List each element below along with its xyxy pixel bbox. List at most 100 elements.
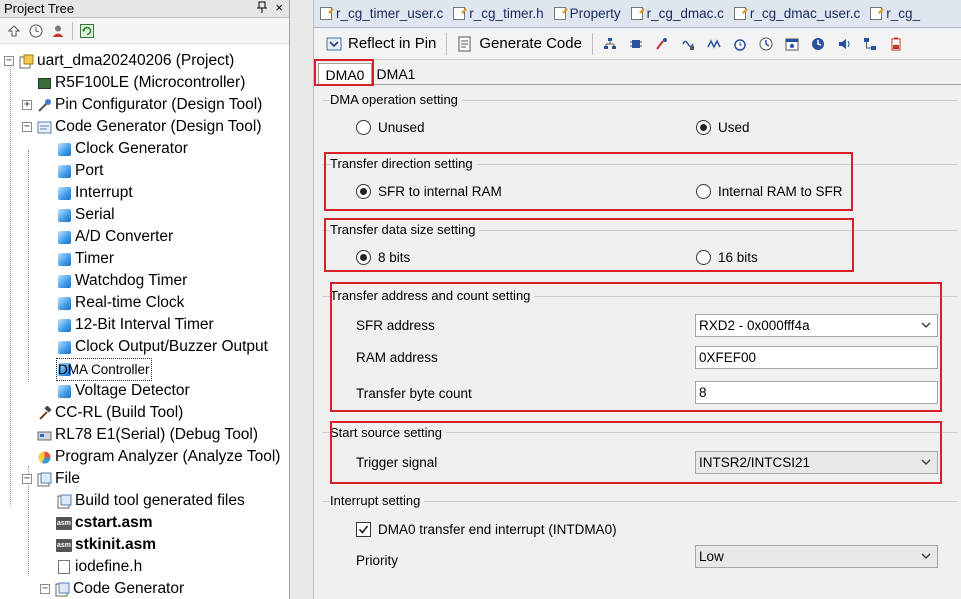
group-title-start-source: Start source setting <box>330 425 446 440</box>
up-arrow-icon[interactable] <box>6 23 22 39</box>
tree-node-watchdog-timer[interactable]: Watchdog Timer <box>56 270 187 292</box>
tree-node-serial[interactable]: Serial <box>56 204 115 226</box>
close-icon[interactable]: × <box>275 0 283 15</box>
generate-code-button[interactable]: Generate Code <box>451 31 588 57</box>
project-tree-titlebar: Project Tree × <box>0 0 289 18</box>
tree-node-debug-tool[interactable]: RL78 E1(Serial) (Debug Tool) <box>36 424 258 446</box>
radio-used[interactable]: Used <box>696 120 750 135</box>
trigger-signal-label: Trigger signal <box>356 455 438 470</box>
tree-node-real-time-clock[interactable]: Real-time Clock <box>56 292 184 314</box>
buzzer-icon[interactable] <box>836 36 852 52</box>
tree-node-program-analyzer[interactable]: Program Analyzer (Analyze Tool) <box>36 446 280 468</box>
tree-node-pin-configurator[interactable]: + Pin Configurator (Design Tool) <box>22 94 262 116</box>
ram-address-input[interactable]: 0XFEF00 <box>695 346 938 369</box>
project-tree-title: Project Tree <box>4 1 75 16</box>
tree-node-clock-output[interactable]: Clock Output/Buzzer Output <box>56 336 268 358</box>
tree-node-dma-controller[interactable]: DMA Controller <box>56 357 152 381</box>
file-edit-icon <box>553 7 566 20</box>
rtc-icon[interactable] <box>784 36 800 52</box>
file-tab[interactable]: r_cg_ <box>864 3 924 25</box>
trigger-signal-select[interactable]: INTSR2/INTCSI21 <box>695 451 938 474</box>
clock-tree-icon[interactable] <box>602 36 618 52</box>
sfr-address-select[interactable]: RXD2 - 0x000fff4a <box>695 314 938 337</box>
ad-converter-icon[interactable] <box>706 36 722 52</box>
analyzer-icon <box>36 449 52 465</box>
tree-node-file[interactable]: − File <box>22 468 80 490</box>
radio-unused[interactable]: Unused <box>356 120 425 135</box>
tree-node-build-tool[interactable]: CC-RL (Build Tool) <box>36 402 183 424</box>
debug-tool-icon <box>36 427 52 443</box>
collapse-toggle[interactable]: − <box>40 584 50 594</box>
tree-node-code-generator[interactable]: − Code Generator (Design Tool) <box>22 116 262 138</box>
interrupt-icon[interactable] <box>654 36 670 52</box>
serial-icon[interactable] <box>680 36 696 52</box>
collapse-toggle[interactable]: − <box>22 122 32 132</box>
radio-8-bits[interactable]: 8 bits <box>356 250 410 265</box>
module-icon <box>56 229 72 245</box>
chevron-down-icon <box>921 550 931 562</box>
tree-node-interval-timer[interactable]: 12-Bit Interval Timer <box>56 314 214 336</box>
file-edit-icon <box>453 7 466 20</box>
radio-circle-selected <box>696 120 711 135</box>
file-tab[interactable]: r_cg_timer.h <box>447 3 547 25</box>
collapse-toggle[interactable]: − <box>22 474 32 484</box>
tree-node-voltage-detector[interactable]: Voltage Detector <box>56 380 190 402</box>
radio-circle-selected <box>356 184 371 199</box>
file-edit-icon <box>870 7 883 20</box>
module-icon <box>56 383 72 399</box>
file-tab[interactable]: r_cg_timer_user.c <box>314 3 447 25</box>
radio-circle-selected <box>356 250 371 265</box>
module-icon <box>56 295 72 311</box>
tab-dma1[interactable]: DMA1 <box>372 63 420 85</box>
reflect-in-pin-button[interactable]: Reflect in Pin <box>320 31 442 57</box>
watchdog-icon[interactable] <box>758 36 774 52</box>
build-tool-icon <box>36 405 52 421</box>
file-tab[interactable]: Property <box>548 3 625 25</box>
priority-label: Priority <box>356 553 399 568</box>
radio-circle <box>696 184 711 199</box>
priority-select[interactable]: Low <box>695 545 938 568</box>
radio-circle <box>356 120 371 135</box>
radio-ram-to-sfr[interactable]: Internal RAM to SFR <box>696 184 843 199</box>
tree-node-clock-generator[interactable]: Clock Generator <box>56 138 188 160</box>
pin-icon[interactable] <box>257 1 267 16</box>
code-generator-icon <box>36 119 52 135</box>
port-icon[interactable] <box>628 36 644 52</box>
tree-node-port[interactable]: Port <box>56 160 103 182</box>
tree-node-build-generated-files[interactable]: Build tool generated files <box>56 490 245 512</box>
interval-timer-icon[interactable] <box>810 36 826 52</box>
user-icon[interactable] <box>50 23 66 39</box>
command-toolbar: Reflect in Pin Generate Code <box>314 28 961 60</box>
refresh-icon[interactable] <box>79 23 95 39</box>
intdma0-checkbox[interactable]: DMA0 transfer end interrupt (INTDMA0) <box>356 522 617 537</box>
radio-sfr-to-ram[interactable]: SFR to internal RAM <box>356 184 502 199</box>
tree-node-timer[interactable]: Timer <box>56 248 114 270</box>
module-icon <box>56 185 72 201</box>
radio-circle <box>696 250 711 265</box>
tree-node-code-generator-folder[interactable]: − Code Generator <box>40 578 184 599</box>
clock-icon[interactable] <box>28 23 44 39</box>
folder-icon <box>54 581 70 597</box>
tree-node-iodefine[interactable]: iodefine.h <box>56 556 142 578</box>
transfer-byte-count-input[interactable]: 8 <box>695 381 938 404</box>
tree-node-ad-converter[interactable]: A/D Converter <box>56 226 173 248</box>
tree-node-microcontroller[interactable]: R5F100LE (Microcontroller) <box>36 72 245 94</box>
expand-toggle[interactable]: + <box>22 100 32 110</box>
timer-icon[interactable] <box>732 36 748 52</box>
dma-icon[interactable] <box>862 36 878 52</box>
toolbar-separator <box>72 21 73 40</box>
panel-splitter[interactable] <box>290 0 314 599</box>
radio-16-bits[interactable]: 16 bits <box>696 250 758 265</box>
tree-node-stkinit[interactable]: asm stkinit.asm <box>56 534 156 556</box>
voltage-detector-icon[interactable] <box>888 36 904 52</box>
file-tab[interactable]: r_cg_dmac_user.c <box>728 3 864 25</box>
tree-node-project[interactable]: − uart_dma20240206 (Project) <box>4 50 234 72</box>
tab-dma0[interactable]: DMA0 <box>318 63 372 86</box>
tree-node-interrupt[interactable]: Interrupt <box>56 182 133 204</box>
tree-node-cstart[interactable]: asm cstart.asm <box>56 512 153 534</box>
file-tab-bar: r_cg_timer_user.c r_cg_timer.h Property … <box>314 0 961 28</box>
file-tab[interactable]: r_cg_dmac.c <box>625 3 728 25</box>
group-title-interrupt: Interrupt setting <box>330 493 425 508</box>
collapse-toggle[interactable]: − <box>4 56 14 66</box>
tree-guide <box>28 150 29 382</box>
